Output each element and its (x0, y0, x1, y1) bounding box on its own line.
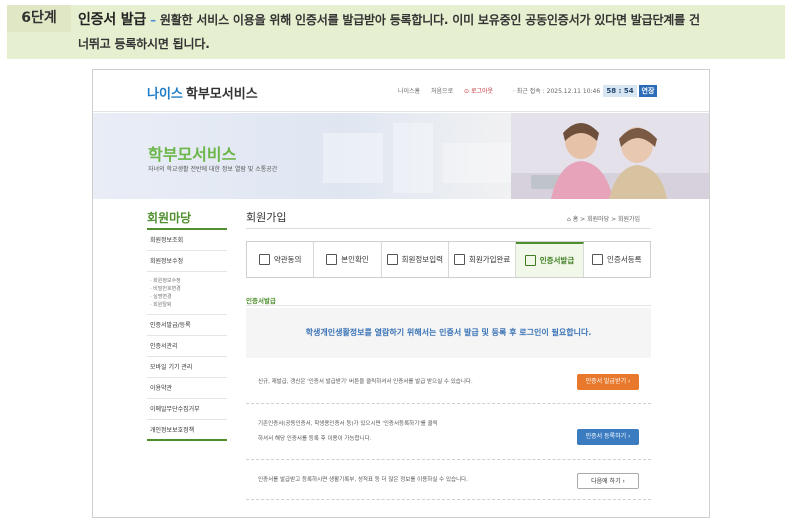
banner: 학부모서비스 자녀의 학교생활 전반에 대한 정보 열람 및 소통공간 (93, 113, 709, 199)
issue-certificate-button[interactable]: 인증서 발급받기 › (577, 374, 639, 390)
edit-doc-icon (386, 254, 398, 265)
nav-member-info[interactable]: 회원정보조회 (147, 230, 227, 251)
nav-certificate-issue[interactable]: 인증서발급/등록 (147, 315, 227, 336)
checkbox-doc-icon (258, 254, 270, 265)
site-logo[interactable]: 나이스 학부모서비스 (147, 83, 258, 102)
tab-label: 약관동의 (273, 255, 302, 264)
step-description: 인증서 발급 – 원활한 서비스 이용을 위해 인증서를 발급받아 등록합니다. 이… (78, 8, 778, 56)
section-title: 인증서발급 (246, 297, 276, 305)
subnav-withdraw[interactable]: · 회원탈퇴 (150, 301, 227, 309)
logout-link[interactable]: ⊙ 로그아웃 (464, 88, 502, 95)
subnav-change-password[interactable]: · 비밀번호변경 (150, 285, 227, 293)
top-links: 나이스홈 처음으로 ⊙ 로그아웃 · 최근 접속 : 2025.12.11 10… (398, 86, 609, 95)
section-divider (246, 305, 651, 306)
step-number: 6단계 (7, 5, 71, 32)
step-dash: – (150, 13, 156, 27)
nav-privacy-policy[interactable]: 개인정보보호정책 (147, 420, 227, 441)
step-line2: 너뛰고 등록하시면 됩니다. (78, 37, 210, 51)
lnb-title: 회원마당 (147, 211, 192, 225)
register-text-2: 하셔서 해당 인증서를 등록 후 이용이 가능합니다. (258, 436, 372, 442)
later-text: 인증서를 발급받고 등록하시면 생활기록부, 성적표 등 더 많은 정보를 이용… (258, 477, 468, 483)
register-row: 기존인증서(공동인증서, 학생용인증서 등)가 있으시면 '인증서등록하기'를 … (246, 404, 651, 460)
register-icon (592, 254, 604, 265)
tab-label: 인증서등록 (607, 255, 642, 264)
top-bar: 나이스 학부모서비스 나이스홈 처음으로 ⊙ 로그아웃 · 최근 접속 : 202… (93, 70, 709, 112)
link-neis-home[interactable]: 나이스홈 (398, 88, 420, 95)
nav-mobile-device[interactable]: 모바일 기기 관리 (147, 357, 227, 378)
step-line1: 원활한 서비스 이용을 위해 인증서를 발급받아 등록합니다. 이미 보유중인 … (159, 13, 700, 27)
link-first-page[interactable]: 처음으로 (431, 88, 453, 95)
subnav-edit-info[interactable]: · 회원정보수정 (150, 277, 227, 285)
nav-member-edit[interactable]: 회원정보수정 (147, 251, 227, 272)
logout-label: 로그아웃 (470, 88, 494, 95)
issue-row: 신규, 재발급, 갱신은 '인증서 발급받기' 버튼을 클릭하셔서 인증서를 발… (246, 360, 651, 404)
banner-title: 학부모서비스 (148, 145, 237, 164)
banner-subtitle: 자녀의 학교생활 전반에 대한 정보 열람 및 소통공간 (148, 166, 278, 173)
step-header: 6단계 인증서 발급 – 원활한 서비스 이용을 위해 인증서를 발급받아 등록합니… (7, 5, 785, 59)
tab-label: 회원가입완료 (468, 255, 511, 264)
id-card-icon (326, 254, 338, 265)
last-access: · 최근 접속 : 2025.12.11 10:46 (512, 88, 601, 95)
later-row: 인증서를 발급받고 등록하시면 생활기록부, 성적표 등 더 많은 정보를 이용… (246, 460, 651, 500)
logo-prefix: 나이스 (147, 87, 183, 102)
logo-name: 학부모서비스 (185, 87, 258, 102)
extend-session-button[interactable]: 연장 (639, 85, 657, 97)
tab-label: 인증서발급 (539, 256, 575, 265)
tab-member-info[interactable]: 회원정보입력 (381, 242, 449, 277)
issue-text: 신규, 재발급, 갱신은 '인증서 발급받기' 버튼을 클릭하셔서 인증서를 발… (258, 379, 473, 385)
page-title: 회원가입 (246, 211, 287, 224)
later-button[interactable]: 다음에 하기 › (577, 473, 639, 489)
tab-label: 회원정보입력 (401, 255, 444, 264)
left-navigation: 회원정보조회 회원정보수정 · 회원정보수정 · 비밀번호변경 · 실명변경 ·… (147, 230, 227, 441)
breadcrumb: ⌂ 홈 > 회원마당 > 회원가입 (567, 216, 641, 223)
tab-terms-agree[interactable]: 약관동의 (247, 242, 315, 277)
tab-label: 본인확인 (341, 255, 369, 264)
nav-terms[interactable]: 이용약관 (147, 378, 227, 399)
nav-submenu: · 회원정보수정 · 비밀번호변경 · 실명변경 · 회원탈퇴 (147, 272, 227, 315)
family-photo (511, 113, 709, 199)
session-timer: 58 : 54 (603, 85, 637, 97)
title-divider (246, 228, 651, 229)
step-title: 인증서 발급 (78, 12, 147, 28)
register-certificate-button[interactable]: 인증서 등록하기 › (577, 429, 639, 445)
banner-decoration (323, 123, 513, 193)
download-icon (453, 254, 465, 265)
nav-certificate-manage[interactable]: 인증서관리 (147, 336, 227, 357)
notice-box: 학생개인생활정보를 열람하기 위해서는 인증서 발급 및 등록 후 로그인이 필… (246, 308, 651, 358)
register-text-1: 기존인증서(공동인증서, 학생용인증서 등)가 있으시면 '인증서등록하기'를 … (258, 421, 438, 427)
screenshot-frame: 나이스 학부모서비스 나이스홈 처음으로 ⊙ 로그아웃 · 최근 접속 : 202… (92, 69, 710, 518)
certificate-icon (524, 255, 536, 266)
signup-steps: 약관동의 본인확인 회원정보입력 회원가입완료 인증서발급 인증서등록 (246, 241, 651, 278)
nav-email-policy[interactable]: 이메일무단수집거부 (147, 399, 227, 420)
tab-certificate-register[interactable]: 인증서등록 (583, 242, 650, 277)
tab-identity-check[interactable]: 본인확인 (314, 242, 382, 277)
tab-certificate-issue[interactable]: 인증서발급 (516, 242, 584, 277)
subnav-change-name[interactable]: · 실명변경 (150, 293, 227, 301)
tab-signup-complete[interactable]: 회원가입완료 (448, 242, 517, 277)
